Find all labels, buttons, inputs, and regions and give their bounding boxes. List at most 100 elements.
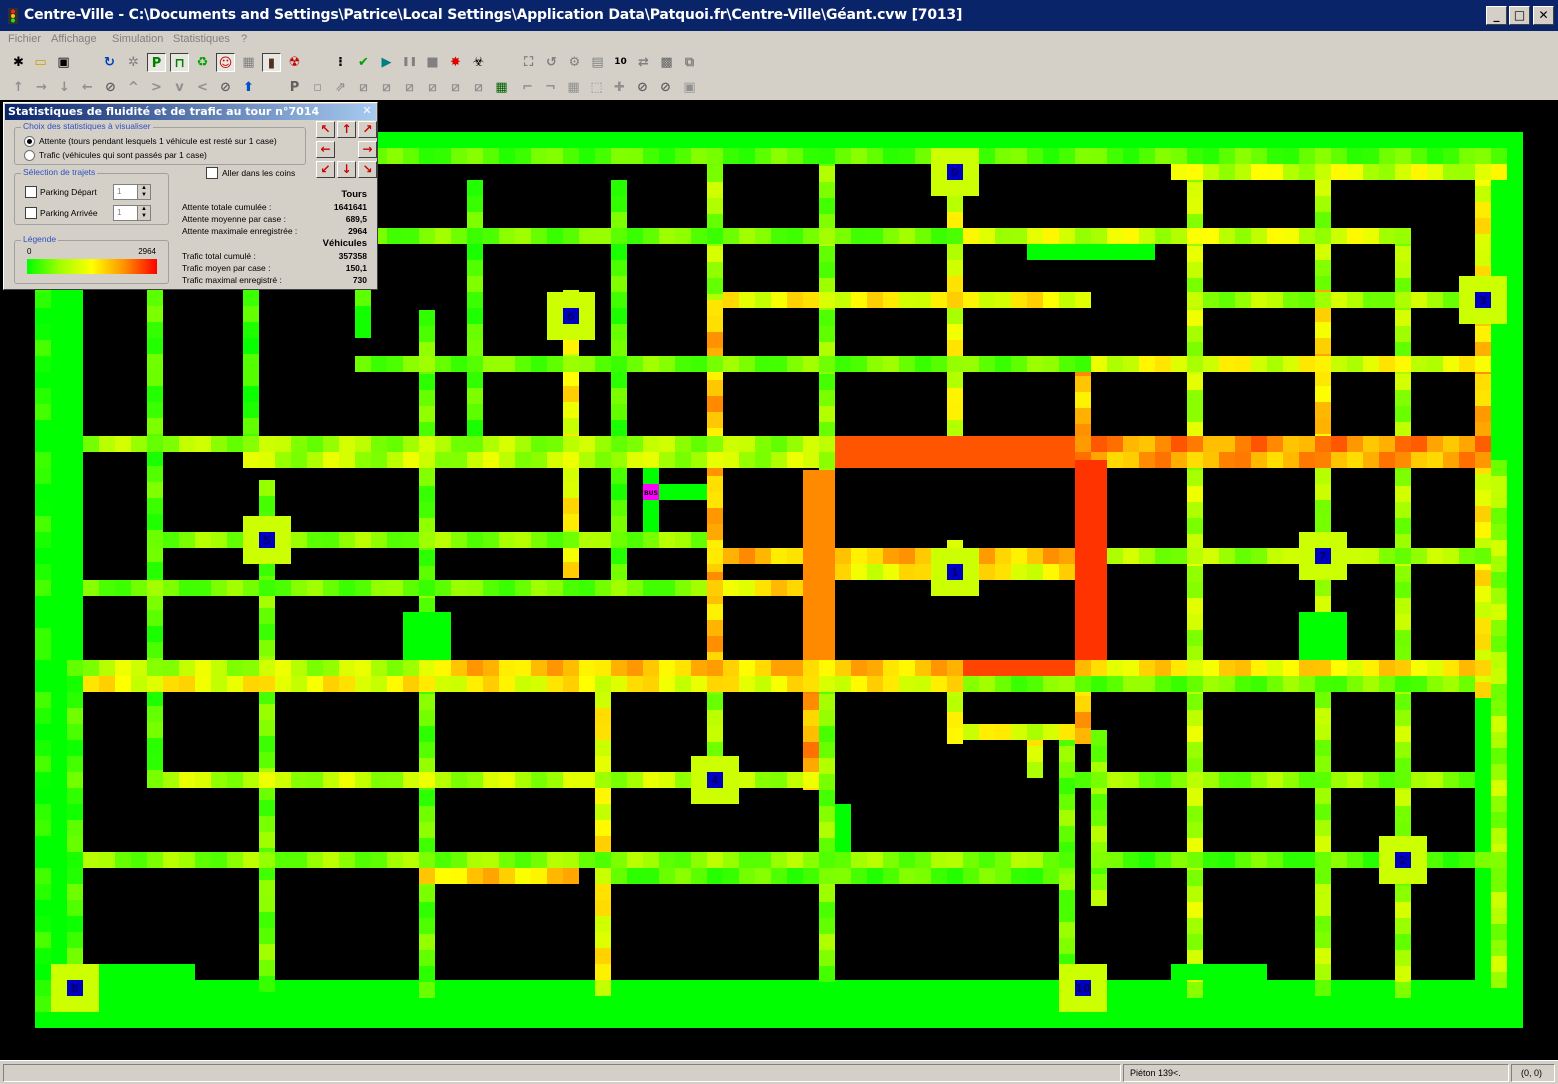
layers-icon[interactable]: ▣	[680, 78, 699, 97]
cross-icon[interactable]: ✚	[610, 78, 629, 97]
pause-icon[interactable]: ❚❚	[400, 53, 419, 72]
road-segment	[947, 696, 963, 712]
chevron-right-icon[interactable]: >	[147, 78, 166, 97]
menu-simulation[interactable]: Simulation	[112, 33, 163, 45]
menu-statistiques[interactable]: Statistiques	[173, 33, 230, 45]
minimize-button[interactable]: _	[1486, 6, 1507, 25]
traffic-lights-icon[interactable]: ▦	[492, 78, 511, 97]
forbidden-2-icon[interactable]: ⊘	[656, 78, 675, 97]
pedestrians-icon[interactable]: ☺	[216, 53, 235, 72]
parking-label: 6	[567, 310, 575, 323]
road-segment	[707, 726, 723, 742]
grid-small-icon[interactable]: ▦	[564, 78, 583, 97]
road-segment	[1251, 676, 1267, 692]
menu-help[interactable]: ?	[241, 33, 247, 45]
no-entry-icon[interactable]: ⊘	[101, 78, 120, 97]
parking-depart-label[interactable]: Parking Départ	[40, 187, 97, 197]
road-diag-2-icon[interactable]: ⧄	[377, 78, 396, 97]
prohibited-icon[interactable]: ⊘	[216, 78, 235, 97]
check-icon[interactable]: ✔	[354, 53, 373, 72]
radio-attente-label[interactable]: Attente (tours pendant lesquels 1 véhicu…	[39, 136, 277, 146]
stop-icon[interactable]: ■	[423, 53, 442, 72]
corners-checkbox[interactable]	[206, 167, 218, 179]
maximize-button[interactable]: □	[1509, 6, 1530, 25]
building-icon[interactable]: ▮	[262, 53, 281, 72]
radio-trafic-label[interactable]: Trafic (véhicules qui sont passés par 1 …	[39, 150, 207, 160]
nav-down-button[interactable]: ↓	[337, 161, 356, 178]
corner-2-icon[interactable]: ¬	[541, 78, 560, 97]
traffic-light-icon[interactable]: ⁝	[331, 53, 350, 72]
title-bar[interactable]: Centre-Ville - C:\Documents and Settings…	[0, 0, 1558, 31]
nav-up-left-button[interactable]: ↖	[316, 121, 335, 138]
nav-right-button[interactable]: →	[358, 141, 377, 158]
hazard-icon[interactable]: ☢	[285, 53, 304, 72]
frame-icon[interactable]: ⧉	[680, 53, 699, 72]
rotate-icon[interactable]: ↺	[542, 53, 561, 72]
menu-affichage[interactable]: Affichage	[51, 33, 97, 45]
save-icon[interactable]: ▣	[54, 53, 73, 72]
biohazard-icon[interactable]: ☣	[469, 53, 488, 72]
nav-up-right-button[interactable]: ↗	[358, 121, 377, 138]
nav-down-right-button[interactable]: ↘	[358, 161, 377, 178]
menu-fichier[interactable]: Fichier	[8, 33, 41, 45]
one-way-icon[interactable]: ⬆	[239, 78, 258, 97]
parking-icon[interactable]: P	[285, 78, 304, 97]
parking-arrivee-checkbox[interactable]	[25, 207, 37, 219]
road-segment	[83, 676, 99, 692]
close-button[interactable]: ✕	[1533, 6, 1554, 25]
radio-trafic[interactable]	[24, 150, 35, 161]
road-diag-5-icon[interactable]: ⧄	[446, 78, 465, 97]
bus-stop-icon[interactable]: ▫	[308, 78, 327, 97]
road-segment	[1187, 598, 1203, 614]
grid-icon[interactable]: ▦	[239, 53, 258, 72]
settings-icon[interactable]: ✲	[124, 53, 143, 72]
road-segment	[979, 868, 995, 884]
refresh-icon[interactable]: ↻	[100, 53, 119, 72]
spinner-arrows-icon[interactable]: ▲ ▼	[137, 185, 150, 199]
box-icon[interactable]: ▤	[588, 53, 607, 72]
corner-1-icon[interactable]: ⌐	[518, 78, 537, 97]
road-icon[interactable]: ⊓	[170, 53, 189, 72]
road-segment	[1059, 794, 1075, 810]
turn-left-icon[interactable]: ←	[78, 78, 97, 97]
parking-depart-checkbox[interactable]	[25, 186, 37, 198]
pedestrian-crossing-icon[interactable]: ⇗	[331, 78, 350, 97]
radio-attente[interactable]	[24, 136, 35, 147]
parking-green-icon[interactable]: P	[147, 53, 166, 72]
turn-up-icon[interactable]: ↑	[9, 78, 28, 97]
road-segment	[883, 356, 899, 372]
chevron-up-icon[interactable]: ^	[124, 78, 143, 97]
play-icon[interactable]: ▶	[377, 53, 396, 72]
texture-icon[interactable]: ▩	[657, 53, 676, 72]
speed-limit-icon[interactable]: 10	[611, 53, 630, 72]
parking-depart-spinner[interactable]: 1 ▲ ▼	[113, 184, 151, 200]
expand-icon[interactable]: ⛶	[519, 53, 538, 72]
nav-left-button[interactable]: ←	[316, 141, 335, 158]
road-diag-6-icon[interactable]: ⧄	[469, 78, 488, 97]
statistics-dialog-title[interactable]: Statistiques de fluidité et de trafic au…	[5, 104, 376, 120]
nav-down-left-button[interactable]: ↙	[316, 161, 335, 178]
swap-icon[interactable]: ⇄	[634, 53, 653, 72]
chevron-left-icon[interactable]: <	[193, 78, 212, 97]
recycle-icon[interactable]: ♻	[193, 53, 212, 72]
turn-right-icon[interactable]: →	[32, 78, 51, 97]
explode-icon[interactable]: ✱	[9, 53, 28, 72]
road-diag-1-icon[interactable]: ⧄	[354, 78, 373, 97]
bug-icon[interactable]: ✸	[446, 53, 465, 72]
parking-arrivee-label[interactable]: Parking Arrivée	[40, 208, 98, 218]
nav-up-button[interactable]: ↑	[337, 121, 356, 138]
open-folder-icon[interactable]: ▭	[31, 53, 50, 72]
parking-arrivee-spinner[interactable]: 1 ▲ ▼	[113, 205, 151, 221]
statistics-close-button[interactable]: ✕	[361, 104, 373, 118]
forbidden-1-icon[interactable]: ⊘	[633, 78, 652, 97]
corners-checkbox-label[interactable]: Aller dans les coins	[222, 168, 295, 178]
gear-icon[interactable]: ⚙	[565, 53, 584, 72]
road-segment	[211, 660, 227, 676]
road-diag-3-icon[interactable]: ⧄	[400, 78, 419, 97]
spinner-arrows-icon[interactable]: ▲ ▼	[137, 206, 150, 220]
road-segment	[611, 548, 627, 564]
turn-down-icon[interactable]: ↓	[55, 78, 74, 97]
road-diag-4-icon[interactable]: ⧄	[423, 78, 442, 97]
chevron-down-icon[interactable]: v	[170, 78, 189, 97]
selection-icon[interactable]: ⬚	[587, 78, 606, 97]
